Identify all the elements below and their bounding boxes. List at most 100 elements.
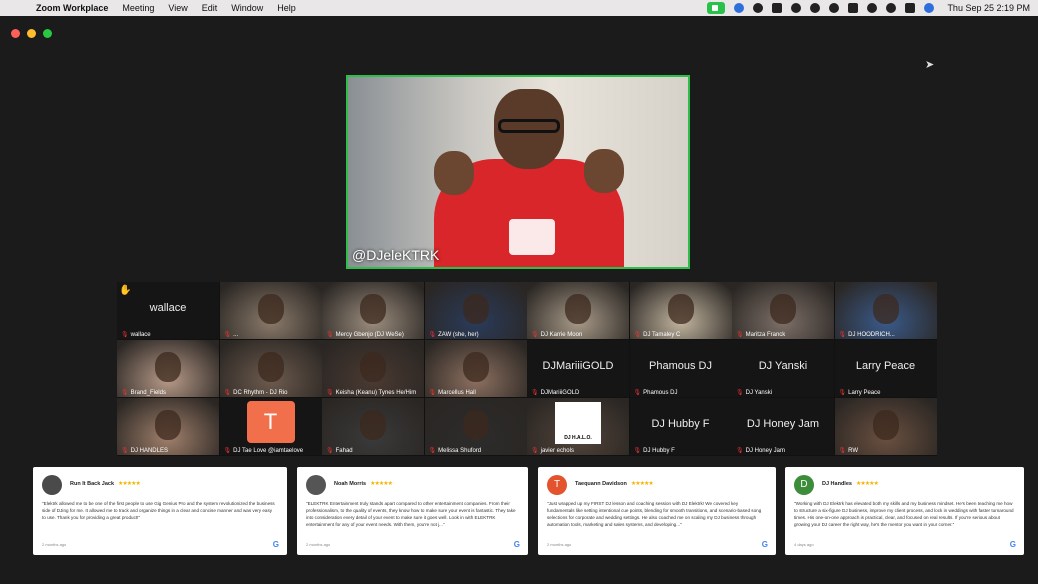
muted-mic-icon: 🎙 — [121, 390, 129, 396]
mouse-cursor-icon: ➤ — [925, 59, 935, 71]
participant-video — [565, 294, 591, 324]
active-speaker-video[interactable]: @DJeleKTRK — [346, 75, 690, 269]
review-text: "Just wrapped up my FIRST DJ lesson and … — [547, 501, 762, 527]
participant-name: 🎙 javier echols — [531, 447, 574, 454]
participant-tile[interactable]: 🎙 Maritza Franck — [732, 282, 834, 339]
participant-tile[interactable]: 🎙 DJ HOODRICH... — [834, 282, 937, 339]
participant-name-label: DJ HANDLES — [130, 448, 168, 454]
participant-display-name: DJ Honey Jam — [746, 418, 820, 430]
muted-mic-icon: 🎙 — [531, 448, 539, 454]
participant-video — [257, 352, 284, 382]
participant-name-label: DJ Tamaley C — [643, 332, 681, 338]
participant-tile[interactable]: DJMariiiGOLD 🎙 DJMariiiGOLD — [527, 340, 629, 397]
participant-name: 🎙 RW — [839, 447, 859, 454]
menu-help[interactable]: Help — [277, 3, 296, 13]
participant-tile[interactable]: 🎙 Brand_Fields — [117, 340, 219, 397]
review-text: "Elektrk allowed me to be one of the fir… — [42, 501, 275, 520]
participant-tile[interactable]: 🎙 Marcellus Hall — [424, 340, 527, 397]
participant-name-label: Marcellus Hall — [438, 390, 476, 396]
participant-name: 🎙 DJ Yanski — [736, 389, 772, 396]
participant-tile[interactable]: 🎙 ZAW (she, her) — [424, 282, 527, 339]
battery-icon[interactable] — [848, 3, 859, 13]
menu-view[interactable]: View — [168, 3, 187, 13]
participant-tile[interactable]: DJ Honey Jam 🎙 DJ Honey Jam — [732, 398, 834, 455]
reviewer-name-row: Run It Back Jack ★★★★★ — [70, 480, 141, 487]
participant-tile[interactable]: T 🎙 DJ Tae Love @iamtaelove — [219, 398, 322, 455]
reviewer-name: Noah Morris — [334, 481, 367, 487]
participant-tile[interactable]: 🎙 DC Rhythm - DJ Rio — [219, 340, 322, 397]
participant-tile[interactable]: DJ H.A.L.O. 🎙 javier echols — [527, 398, 629, 455]
participant-tile[interactable]: 🎙 DJ Karrie Moon — [527, 282, 629, 339]
timer-icon[interactable] — [791, 3, 802, 13]
menu-meeting[interactable]: Meeting — [122, 3, 154, 13]
review-text: "Working with DJ Elektrk has elevated bo… — [794, 501, 1014, 527]
record-icon[interactable] — [753, 3, 764, 13]
menu-window[interactable]: Window — [231, 3, 263, 13]
participant-name: 🎙 DJMariiiGOLD — [531, 389, 579, 396]
participant-tile[interactable]: 🎙 Keisha (Keanu) Tynes He/Him — [322, 340, 424, 397]
participant-name: 🎙 Phamous DJ — [634, 389, 678, 396]
siri-icon[interactable] — [924, 3, 935, 13]
review-date: 2 months ago — [547, 542, 572, 547]
rating-stars: ★★★★★ — [855, 481, 879, 487]
clock[interactable]: Thu Sep 25 2:19 PM — [947, 3, 1030, 13]
participant-name: 🎙 Maritza Franck — [736, 331, 785, 338]
participant-name: 🎙 Brand_Fields — [121, 389, 166, 396]
participant-tile[interactable]: Larry Peace 🎙 Larry Peace — [834, 340, 937, 397]
participant-name: 🎙 DJ Honey Jam — [736, 447, 785, 454]
reviewer-avatar: T — [547, 475, 567, 495]
muted-mic-icon: 🎙 — [838, 448, 847, 454]
participant-name-label: ZAW (she, her) — [438, 332, 479, 338]
participant-name-label: Brand_Fields — [130, 390, 166, 396]
participant-tile[interactable]: 🎙 RW — [834, 398, 937, 455]
muted-mic-icon: 🎙 — [531, 332, 539, 338]
muted-mic-icon: 🎙 — [838, 390, 847, 396]
muted-mic-icon: 🎙 — [223, 332, 232, 338]
menu-edit[interactable]: Edit — [202, 3, 218, 13]
participant-tile[interactable]: 🎙 Mercy Gbenjo (DJ WeSe) — [322, 282, 424, 339]
participant-tile[interactable]: DJ Hubby F 🎙 DJ Hubby F — [629, 398, 732, 455]
audio-icon[interactable] — [772, 3, 783, 13]
participant-name-label: javier echols — [540, 448, 574, 454]
participant-video — [360, 410, 386, 440]
menu-app-name[interactable]: Zoom Workplace — [36, 3, 108, 13]
participant-tile[interactable]: 🎙 DJ Tamaley C — [629, 282, 732, 339]
participant-tile[interactable]: 🎙 Melissa Shuford — [424, 398, 527, 455]
participant-name-label: RW — [848, 448, 859, 454]
close-icon[interactable] — [11, 29, 20, 38]
rating-stars: ★★★★★ — [370, 481, 393, 487]
muted-mic-icon: 🎙 — [633, 448, 642, 454]
participant-tile[interactable]: 🎙 Fahad — [322, 398, 424, 455]
review-date: 2 months ago — [306, 542, 331, 547]
status-icons: Thu Sep 25 2:19 PM — [707, 0, 1030, 16]
control-center-icon[interactable] — [905, 3, 916, 13]
maximize-icon[interactable] — [43, 29, 52, 38]
search-icon[interactable] — [886, 3, 897, 13]
reviewer-name-row: DJ Handles ★★★★★ — [822, 480, 879, 487]
participant-tile[interactable]: 🎙 DJ HANDLES — [117, 398, 219, 455]
participant-name: 🎙 DJ Tae Love @iamtaelove — [224, 447, 304, 454]
participant-avatar: T — [246, 401, 295, 443]
wifi-icon[interactable] — [867, 3, 878, 13]
participant-tile[interactable]: ✋ wallace 🎙 wallace — [117, 282, 219, 339]
participant-video — [462, 352, 489, 382]
participant-tile[interactable]: 🎙... — [219, 282, 322, 339]
participant-name-label: DJ HOODRICH... — [848, 332, 895, 338]
reviewer-avatar — [42, 475, 62, 495]
participant-name-label: DJMariiiGOLD — [540, 390, 580, 396]
status-app-icon[interactable] — [734, 3, 745, 13]
reviewer-avatar — [306, 475, 326, 495]
participant-name-label: Melissa Shuford — [438, 448, 482, 454]
moon-icon[interactable] — [829, 3, 840, 13]
speaker-name: @DJeleKTRK — [352, 247, 440, 263]
zoom-camera-icon[interactable] — [707, 2, 726, 14]
minimize-icon[interactable] — [27, 29, 36, 38]
participant-name-label: Mercy Gbenjo (DJ WeSe) — [335, 332, 404, 338]
participant-video — [360, 294, 386, 324]
participant-tile[interactable]: Phamous DJ 🎙 Phamous DJ — [629, 340, 732, 397]
participant-tile[interactable]: DJ Yanski 🎙 DJ Yanski — [732, 340, 834, 397]
play-icon[interactable] — [810, 3, 821, 13]
participant-video — [872, 294, 899, 324]
participant-display-name: Phamous DJ — [649, 360, 712, 372]
muted-mic-icon: 🎙 — [121, 332, 129, 338]
